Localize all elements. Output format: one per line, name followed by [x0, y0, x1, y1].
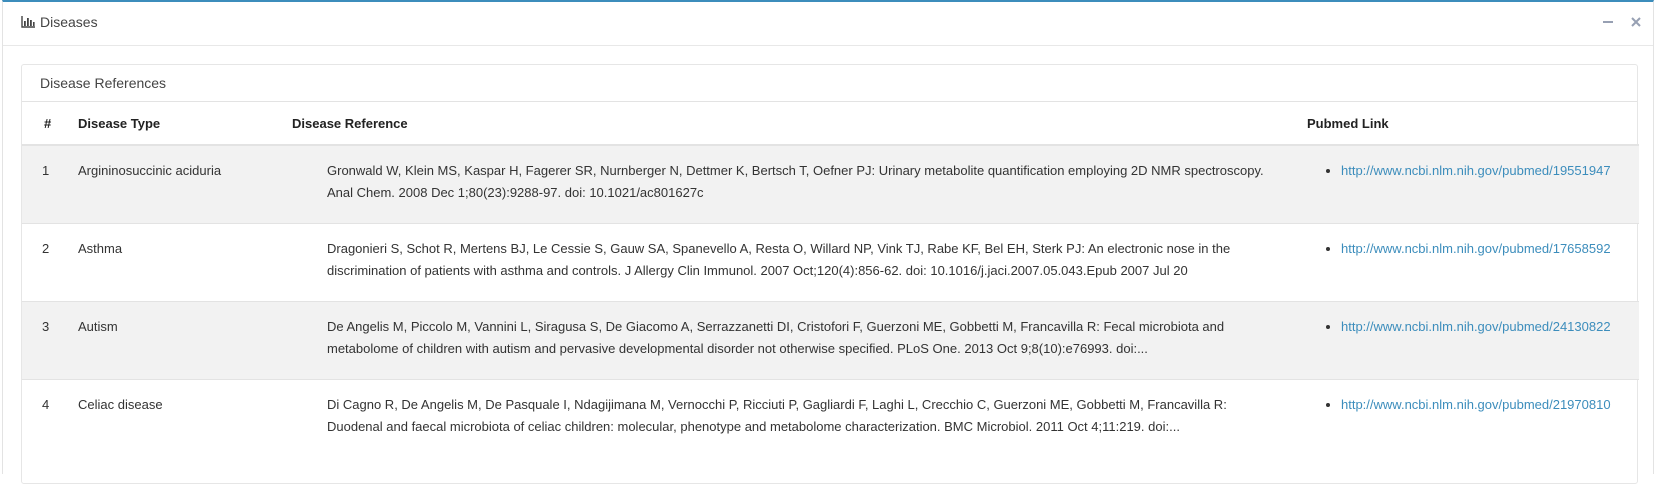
box-title-text: Diseases [40, 14, 98, 30]
list-item: http://www.ncbi.nlm.nih.gov/pubmed/17658… [1341, 238, 1639, 260]
row-disease-reference: Gronwald W, Klein MS, Kaspar H, Fagerer … [292, 144, 1307, 223]
pubmed-link[interactable]: http://www.ncbi.nlm.nih.gov/pubmed/17658… [1341, 241, 1611, 256]
header-num: # [22, 102, 78, 146]
table-row: 4 Celiac disease Di Cagno R, De Angelis … [22, 378, 1639, 457]
table-row: 1 Argininosuccinic aciduria Gronwald W, … [22, 144, 1639, 223]
diseases-box: Diseases Disease References # Disease Ty… [2, 0, 1654, 484]
row-disease-type: Asthma [78, 222, 292, 301]
bar-chart-icon [21, 16, 35, 28]
row-num: 2 [22, 222, 78, 301]
row-disease-type: Argininosuccinic aciduria [78, 144, 292, 223]
close-icon[interactable] [1629, 14, 1643, 30]
box-tools [1601, 14, 1643, 30]
list-item: http://www.ncbi.nlm.nih.gov/pubmed/19551… [1341, 160, 1639, 182]
panel-heading: Disease References [22, 65, 1637, 102]
row-disease-type: Celiac disease [78, 378, 292, 457]
header-disease-reference: Disease Reference [292, 102, 1307, 146]
row-disease-reference: Dragonieri S, Schot R, Mertens BJ, Le Ce… [292, 222, 1307, 301]
minus-icon[interactable] [1601, 14, 1615, 30]
row-disease-type: Autism [78, 300, 292, 379]
header-disease-type: Disease Type [78, 102, 292, 146]
table-row: 2 Asthma Dragonieri S, Schot R, Mertens … [22, 222, 1639, 301]
disease-references-panel: Disease References # Disease Type Diseas… [21, 64, 1639, 484]
box-title: Diseases [21, 14, 98, 30]
row-pubmed-cell: http://www.ncbi.nlm.nih.gov/pubmed/24130… [1307, 300, 1639, 379]
row-pubmed-cell: http://www.ncbi.nlm.nih.gov/pubmed/21970… [1307, 378, 1639, 457]
header-pubmed-link: Pubmed Link [1307, 102, 1639, 146]
disease-references-table: # Disease Type Disease Reference Pubmed … [22, 102, 1639, 457]
pubmed-link[interactable]: http://www.ncbi.nlm.nih.gov/pubmed/19551… [1341, 163, 1611, 178]
table-row: 3 Autism De Angelis M, Piccolo M, Vannin… [22, 300, 1639, 379]
row-pubmed-cell: http://www.ncbi.nlm.nih.gov/pubmed/19551… [1307, 144, 1639, 223]
table-header-row: # Disease Type Disease Reference Pubmed … [22, 102, 1639, 146]
row-disease-reference: De Angelis M, Piccolo M, Vannini L, Sira… [292, 300, 1307, 379]
row-num: 4 [22, 378, 78, 457]
row-num: 1 [22, 144, 78, 223]
pubmed-link[interactable]: http://www.ncbi.nlm.nih.gov/pubmed/24130… [1341, 319, 1611, 334]
box-header: Diseases [3, 2, 1653, 46]
row-pubmed-cell: http://www.ncbi.nlm.nih.gov/pubmed/17658… [1307, 222, 1639, 301]
list-item: http://www.ncbi.nlm.nih.gov/pubmed/24130… [1341, 316, 1639, 338]
pubmed-link[interactable]: http://www.ncbi.nlm.nih.gov/pubmed/21970… [1341, 397, 1611, 412]
row-disease-reference: Di Cagno R, De Angelis M, De Pasquale I,… [292, 378, 1307, 457]
row-num: 3 [22, 300, 78, 379]
list-item: http://www.ncbi.nlm.nih.gov/pubmed/21970… [1341, 394, 1639, 416]
